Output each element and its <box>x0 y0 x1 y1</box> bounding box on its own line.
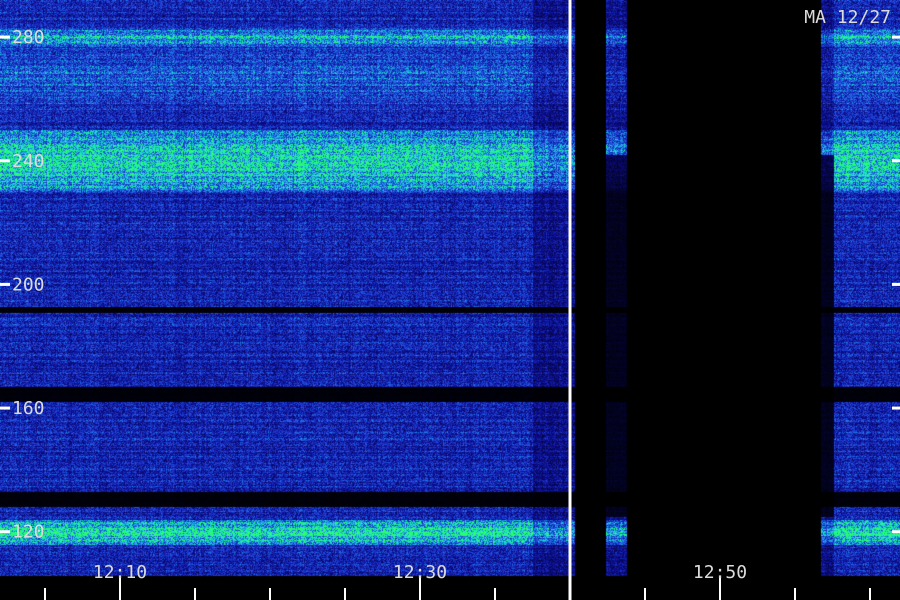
x-tick-label: 12:10 <box>93 562 147 583</box>
x-tick-label: 12:30 <box>393 562 447 583</box>
y-tick-label: 280 <box>12 27 45 48</box>
y-tick-label: 120 <box>12 522 45 543</box>
y-axis: 120 160 200 240 280 <box>0 27 900 543</box>
y-tick-label: 160 <box>12 398 45 419</box>
chart-overlay: 120 160 200 240 280 12:10 12:30 12:50 MA 12/27 <box>0 0 900 600</box>
chart-title: MA 12/27 <box>804 7 891 28</box>
x-tick-label: 12:50 <box>693 562 747 583</box>
x-axis: 12:10 12:30 12:50 <box>44 562 871 600</box>
y-tick-label: 240 <box>12 151 45 172</box>
y-tick-label: 200 <box>12 274 45 295</box>
